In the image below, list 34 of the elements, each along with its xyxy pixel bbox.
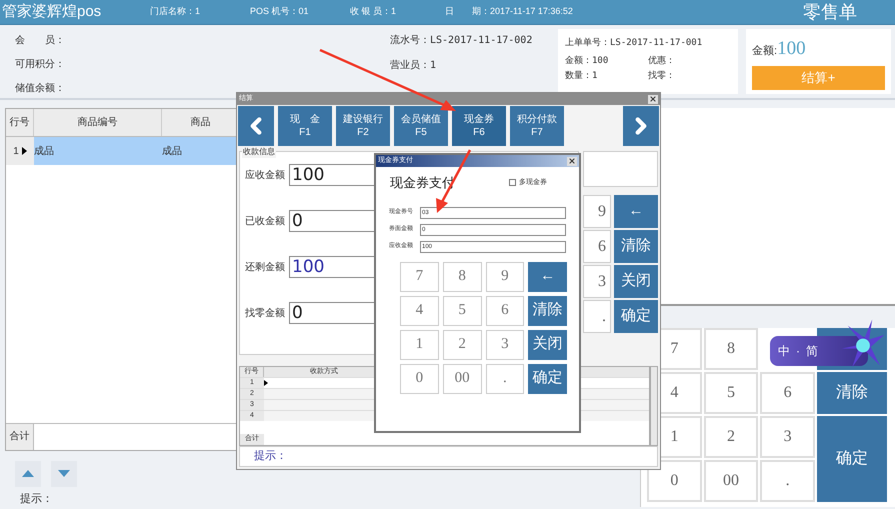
column-header: 行号 (6, 109, 34, 136)
discount-label: 优惠： (648, 54, 676, 68)
serial-number-label: 流水号：LS-2017-11-17-002 (390, 34, 534, 48)
quantity-label: 数量：1 (565, 70, 598, 83)
pos-number-label: POS 机号：01 (250, 5, 310, 18)
total-row-label: 合计 (6, 424, 34, 450)
script-mode-label: 简 (806, 343, 818, 360)
last-order-number: 上单单号：LS-2017-11-17-001 (565, 38, 702, 48)
table-cell-text: 成品 (34, 144, 55, 158)
total-amount: 100 (777, 37, 806, 61)
input-mode-label: 中 (778, 343, 790, 360)
separator-dot: · (796, 343, 800, 360)
store-label: 门店名称：1 (150, 5, 202, 18)
last-amount-label: 金额：100 (565, 54, 610, 68)
date-label: 日 期：2017-11-17 17:36:52 (445, 5, 574, 18)
field-label: 还剩金额 (245, 260, 285, 274)
balance-label: 储值余额： (15, 82, 66, 96)
group-title: 收款信息 (242, 146, 276, 158)
field-label: 已收金额 (245, 214, 285, 228)
column-header: 商品编号 (34, 109, 162, 136)
app-title: 管家婆辉煌pos (1, 2, 102, 22)
field-label: 应收金额 (245, 168, 285, 182)
field-label: 找零金额 (245, 306, 285, 320)
clerk-label: 营业员：1 (390, 58, 438, 73)
points-label: 可用积分： (15, 58, 66, 72)
member-label: 会 员： (15, 34, 66, 48)
document-title: 零售单 (803, 0, 857, 24)
hint-label: 提示： (254, 449, 287, 464)
change-label: 找零： (648, 70, 676, 83)
table-cell: 1 (6, 137, 34, 165)
cashier-label: 收 银 员：1 (350, 5, 398, 18)
hint-label: 提示： (19, 492, 54, 506)
table-cell-text: 成品 (162, 144, 183, 158)
total-label: 金额: (752, 44, 778, 59)
